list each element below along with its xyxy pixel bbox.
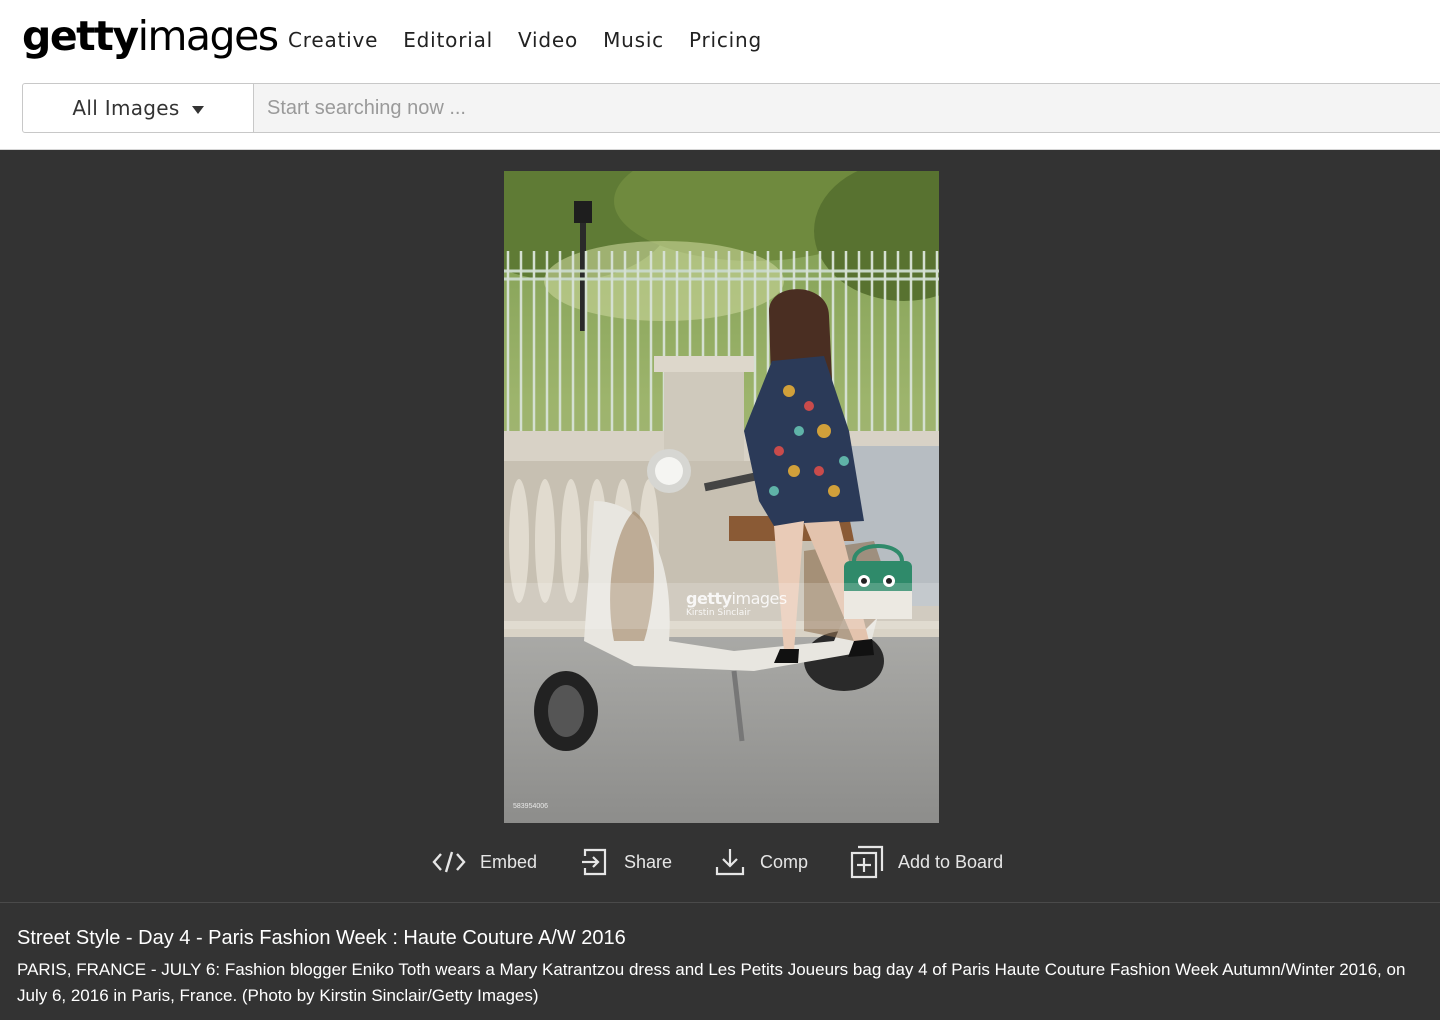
comp-button[interactable]: Comp	[714, 840, 808, 884]
caret-down-icon	[191, 105, 204, 114]
comp-label: Comp	[760, 851, 809, 872]
site-header: getty images Creative Editorial Video Mus…	[0, 0, 1440, 150]
nav-pricing[interactable]: Pricing	[689, 28, 762, 52]
photo-illustration	[504, 171, 939, 823]
embed-label: Embed	[480, 851, 538, 872]
image-caption: PARIS, FRANCE - JULY 6: Fashion blogger …	[17, 960, 1406, 1005]
nav-music[interactable]: Music	[603, 28, 664, 52]
share-label: Share	[624, 851, 673, 872]
getty-watermark: gettyimages Kirstin Sinclair	[686, 589, 787, 618]
add-to-board-button[interactable]: Add to Board	[850, 840, 1003, 884]
add-board-icon	[850, 845, 884, 879]
share-icon	[582, 848, 607, 876]
getty-logo[interactable]: getty images	[22, 12, 279, 68]
download-icon	[715, 849, 745, 876]
nav-creative[interactable]: Creative	[288, 28, 378, 52]
share-button[interactable]: Share	[580, 840, 672, 884]
search-scope-dropdown[interactable]: All Images	[23, 84, 254, 132]
search-input[interactable]	[254, 84, 1440, 132]
main-nav: Creative Editorial Video Music Pricing	[288, 28, 787, 52]
image-title: Street Style - Day 4 - Paris Fashion Wee…	[17, 927, 626, 949]
nav-editorial[interactable]: Editorial	[403, 28, 493, 52]
divider	[0, 902, 1440, 903]
main-photo: gettyimages Kirstin Sinclair 583954006	[504, 171, 939, 823]
add-to-board-label: Add to Board	[898, 851, 1004, 872]
image-id: 583954006	[513, 803, 549, 810]
search-scope-label: All Images	[72, 96, 180, 120]
watermark-credit: Kirstin Sinclair	[686, 608, 751, 618]
nav-video[interactable]: Video	[518, 28, 578, 52]
search-bar: All Images	[22, 83, 1440, 133]
action-bar: Embed Share Comp Add to Board	[0, 840, 1440, 884]
embed-button[interactable]: Embed	[432, 840, 537, 884]
code-icon	[432, 851, 466, 873]
